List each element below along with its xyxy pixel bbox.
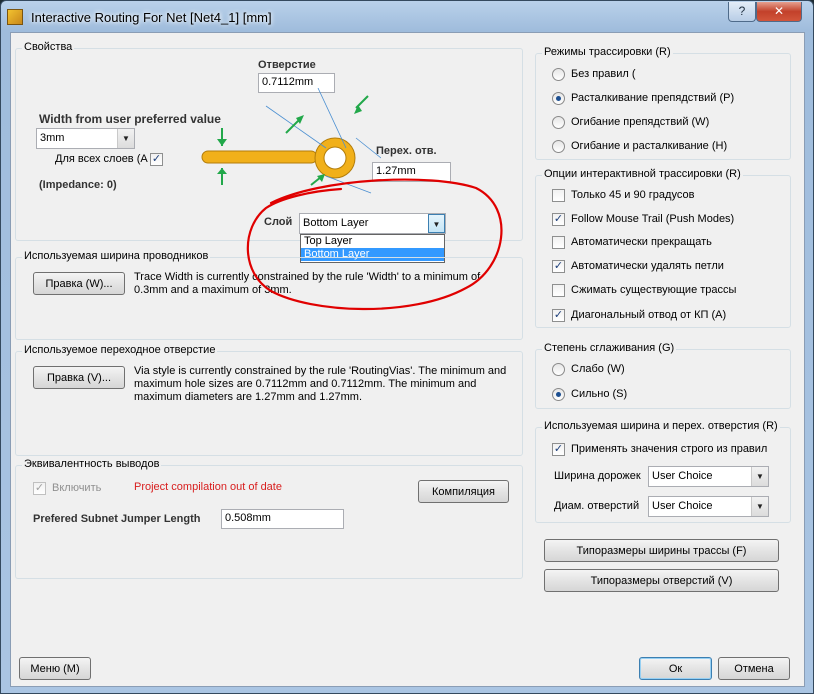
- strict-rules[interactable]: ✓ Применять значения строго из правил: [552, 442, 767, 458]
- mode-ignore-label: Без правил (: [571, 68, 636, 80]
- title-bar[interactable]: Interactive Routing For Net [Net4_1] [mm…: [1, 1, 813, 35]
- routing-modes-title: Режимы трассировки (R): [542, 46, 673, 58]
- mode-walkaround[interactable]: Огибание препядствий (W): [552, 115, 709, 131]
- layer-label: Слой: [264, 216, 293, 228]
- smoothing-strong-label: Сильно (S): [571, 388, 628, 400]
- all-layers-checkbox[interactable]: ✓: [150, 153, 163, 166]
- layer-option-top[interactable]: Top Layer: [301, 235, 444, 248]
- mode-push[interactable]: Расталкивание препядствий (P): [552, 91, 734, 107]
- mode-walkaround-label: Огибание препядствий (W): [571, 116, 710, 128]
- via-description: Via style is currently constrained by th…: [134, 365, 507, 403]
- via-label: Перех. отв.: [376, 145, 437, 157]
- used-width-title: Используемая ширина и перех. отверстия (…: [542, 420, 780, 432]
- window-title: Interactive Routing For Net [Net4_1] [mm…: [31, 10, 272, 25]
- trace-width-description: Trace Width is currently constrained by …: [134, 271, 481, 296]
- checkbox[interactable]: ✓: [552, 212, 565, 226]
- radio-button[interactable]: [552, 67, 565, 81]
- via-input[interactable]: 1.27mm: [372, 162, 451, 182]
- track-width-value: User Choice: [652, 470, 713, 482]
- option-hug-existing-label: Сжимать существующие трассы: [571, 284, 737, 296]
- compile-warning: Project compilation out of date: [134, 481, 282, 493]
- trace-diagram: [201, 88, 381, 194]
- radio-button[interactable]: [552, 115, 565, 129]
- close-button[interactable]: ✕: [756, 2, 802, 22]
- checkbox[interactable]: ✓: [552, 308, 565, 322]
- hole-size-combo[interactable]: User Choice ▼: [648, 496, 769, 517]
- radio-button[interactable]: [552, 387, 565, 401]
- routing-options-title: Опции интерактивной трассировки (R): [542, 168, 743, 180]
- checkbox[interactable]: [552, 235, 565, 249]
- strict-rules-label: Применять значения строго из правил: [571, 443, 768, 455]
- via-title: Используемое переходное отверстие: [22, 344, 218, 356]
- properties-title: Свойства: [22, 41, 75, 53]
- all-layers-label: Для всех слоев (A: [55, 153, 148, 165]
- mode-hug-push[interactable]: Огибание и расталкивание (H): [552, 139, 727, 155]
- radio-button[interactable]: [552, 91, 565, 105]
- trace-width-group: Используемая ширина проводников: [15, 250, 523, 340]
- option-follow-mouse[interactable]: ✓ Follow Mouse Trail (Push Modes): [552, 212, 734, 228]
- layer-combo[interactable]: Bottom Layer ▼: [299, 213, 446, 234]
- pin-equivalence-title: Эквивалентность выводов: [22, 458, 162, 470]
- help-button[interactable]: ?: [728, 2, 756, 22]
- enable-checkbox[interactable]: ✓: [33, 481, 46, 495]
- option-pad-exit[interactable]: ✓ Диагональный отвод от КП (A): [552, 308, 726, 324]
- hole-size-value: User Choice: [652, 500, 713, 512]
- mode-ignore[interactable]: Без правил (: [552, 67, 636, 83]
- track-width-combo[interactable]: User Choice ▼: [648, 466, 769, 487]
- smoothing-weak[interactable]: Слабо (W): [552, 362, 625, 378]
- option-pad-exit-label: Диагональный отвод от КП (A): [571, 309, 727, 321]
- radio-button[interactable]: [552, 362, 565, 376]
- checkbox[interactable]: ✓: [552, 442, 565, 456]
- chevron-down-icon[interactable]: ▼: [751, 497, 768, 516]
- width-value: 3mm: [40, 132, 65, 144]
- chevron-down-icon[interactable]: ▼: [751, 467, 768, 486]
- chevron-down-icon[interactable]: ▼: [428, 214, 445, 233]
- track-width-label: Ширина дорожек: [554, 470, 641, 482]
- app-icon: [7, 9, 23, 25]
- hole-size-label: Диам. отверстий: [554, 500, 640, 512]
- width-label: Width from user preferred value: [39, 112, 221, 126]
- compile-button[interactable]: Компиляция: [418, 480, 509, 503]
- checkbox[interactable]: [552, 283, 565, 297]
- radio-button[interactable]: [552, 139, 565, 153]
- jumper-length-input[interactable]: 0.508mm: [221, 509, 344, 529]
- dialog-window: Interactive Routing For Net [Net4_1] [mm…: [0, 0, 814, 694]
- hole-arrow-icon: [285, 95, 369, 134]
- option-45-90-label: Только 45 и 90 градусов: [571, 189, 695, 201]
- option-45-90[interactable]: Только 45 и 90 градусов: [552, 188, 694, 204]
- hole-label: Отверстие: [258, 59, 316, 71]
- ok-button[interactable]: Ок: [639, 657, 712, 680]
- option-remove-loops[interactable]: ✓ Автоматически удалять петли: [552, 259, 724, 275]
- width-combo[interactable]: 3mm ▼: [36, 128, 135, 149]
- cancel-button[interactable]: Отмена: [718, 657, 790, 680]
- jumper-length-label: Prefered Subnet Jumper Length: [33, 513, 201, 525]
- option-hug-existing[interactable]: Сжимать существующие трассы: [552, 283, 736, 299]
- chevron-down-icon[interactable]: ▼: [117, 129, 134, 148]
- dialog-client: Свойства Отверстие 0.7112mm Width from u…: [10, 32, 805, 687]
- enable-row[interactable]: ✓ Включить: [33, 481, 101, 497]
- mode-push-label: Расталкивание препядствий (P): [571, 92, 735, 104]
- smoothing-strong[interactable]: Сильно (S): [552, 387, 627, 403]
- edit-width-button[interactable]: Правка (W)...: [33, 272, 125, 295]
- edit-via-button[interactable]: Правка (V)...: [33, 366, 125, 389]
- checkbox[interactable]: [552, 188, 565, 202]
- hole-sizes-button[interactable]: Типоразмеры отверстий (V): [544, 569, 779, 592]
- smoothing-title: Степень сглаживания (G): [542, 342, 677, 354]
- enable-label: Включить: [52, 482, 102, 494]
- track-sizes-button[interactable]: Типоразмеры ширины трассы (F): [544, 539, 779, 562]
- layer-value: Bottom Layer: [303, 217, 369, 229]
- option-auto-terminate-label: Автоматически прекращать: [571, 236, 712, 248]
- option-auto-terminate[interactable]: Автоматически прекращать: [552, 235, 712, 251]
- mode-hug-push-label: Огибание и расталкивание (H): [571, 140, 728, 152]
- menu-button[interactable]: Меню (M): [19, 657, 91, 680]
- checkbox[interactable]: ✓: [552, 259, 565, 273]
- impedance-label: (Impedance: 0): [39, 179, 117, 191]
- smoothing-weak-label: Слабо (W): [571, 363, 625, 375]
- via-arrow-icon: [310, 174, 325, 186]
- option-follow-mouse-label: Follow Mouse Trail (Push Modes): [571, 213, 735, 225]
- trace-width-title: Используемая ширина проводников: [22, 250, 211, 262]
- option-remove-loops-label: Автоматически удалять петли: [571, 260, 724, 272]
